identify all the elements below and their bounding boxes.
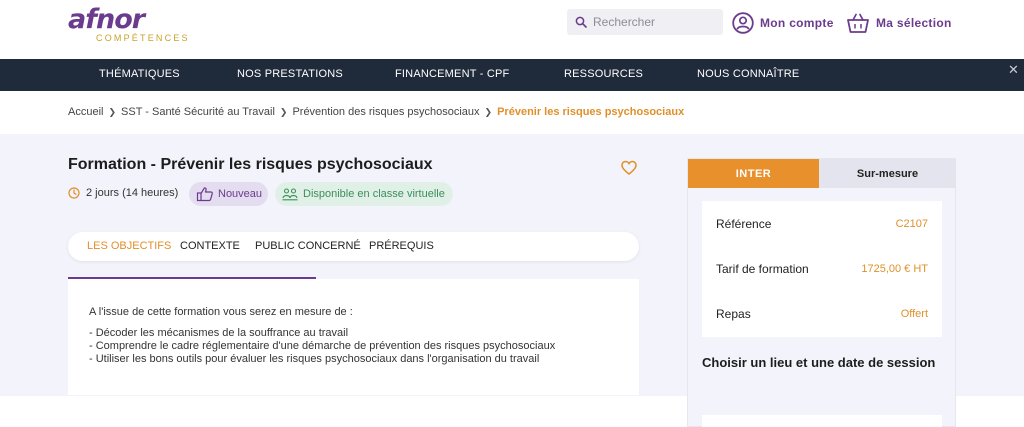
user-icon: [732, 12, 754, 34]
repas-row: Repas Offert: [716, 304, 928, 324]
tab-public[interactable]: PUBLIC CONCERNÉ: [255, 240, 361, 252]
new-badge-label: Nouveau: [218, 188, 263, 200]
account-label: Mon compte: [760, 16, 834, 30]
afnor-logo[interactable]: afnor COMPÉTENCES: [68, 6, 198, 46]
course-tabs: LES OBJECTIFS CONTEXTE PUBLIC CONCERNÉ P…: [68, 232, 639, 261]
clock-icon: [68, 187, 80, 199]
tab-objectifs[interactable]: LES OBJECTIFS: [87, 240, 171, 252]
selection-link[interactable]: Ma sélection: [846, 11, 952, 35]
tab-contexte[interactable]: CONTEXTE: [180, 240, 240, 252]
breadcrumb-home[interactable]: Accueil: [68, 106, 103, 118]
session-heading: Choisir un lieu et une date de session: [702, 355, 936, 370]
tarif-value: 1725,00 € HT: [861, 263, 928, 275]
breadcrumb-prevention[interactable]: Prévention des risques psychosociaux: [292, 106, 479, 118]
page-title: Formation - Prévenir les risques psychos…: [68, 156, 433, 173]
heart-icon[interactable]: [621, 160, 637, 176]
virtual-class-icon: [282, 188, 298, 201]
search-icon[interactable]: [575, 16, 587, 28]
new-badge: Nouveau: [189, 182, 268, 206]
nav-item-ressources[interactable]: RESSOURCES: [564, 68, 643, 80]
breadcrumb: Accueil ❯ SST - Santé Sécurité au Travai…: [68, 104, 684, 120]
repas-value: Offert: [900, 308, 928, 320]
virtual-class-label: Disponible en classe virtuelle: [303, 188, 445, 200]
chevron-right-icon: ❯: [108, 106, 117, 117]
objectives-intro: A l'issue de cette formation vous serez …: [89, 306, 353, 318]
chevron-right-icon: ❯: [279, 106, 288, 117]
objective-item: - Utiliser les bons outils pour évaluer …: [89, 353, 540, 365]
repas-label: Repas: [716, 307, 751, 321]
course-info-card: Référence C2107 Tarif de formation 1725,…: [702, 201, 942, 337]
account-link[interactable]: Mon compte: [732, 11, 834, 35]
thumbs-up-icon: [196, 187, 213, 202]
logo-subtitle: COMPÉTENCES: [96, 33, 190, 43]
selection-label: Ma sélection: [876, 16, 952, 30]
main-nav: THÉMATIQUES NOS PRESTATIONS FINANCEMENT …: [0, 59, 1024, 91]
nav-item-thematiques[interactable]: THÉMATIQUES: [99, 68, 180, 80]
tab-sur-mesure[interactable]: Sur-mesure: [819, 159, 956, 188]
tab-prerequis[interactable]: PRÉREQUIS: [369, 240, 434, 252]
search-input[interactable]: [593, 13, 718, 31]
nav-item-nous-connaitre[interactable]: NOUS CONNAÎTRE: [697, 68, 799, 80]
breadcrumb-sst[interactable]: SST - Santé Sécurité au Travail: [121, 106, 275, 118]
tarif-label: Tarif de formation: [716, 262, 809, 276]
reference-row: Référence C2107: [716, 214, 928, 234]
breadcrumb-current: Prévenir les risques psychosociaux: [497, 106, 685, 118]
course-duration: 2 jours (14 heures): [68, 185, 178, 201]
chevron-right-icon: ❯: [484, 106, 493, 117]
session-selector[interactable]: [702, 415, 942, 427]
search-box[interactable]: [567, 9, 723, 35]
tab-inter[interactable]: INTER: [688, 159, 819, 188]
reference-value: C2107: [895, 218, 928, 230]
basket-icon: [847, 13, 869, 33]
close-icon[interactable]: ✕: [1008, 62, 1019, 78]
virtual-class-badge: Disponible en classe virtuelle: [275, 182, 453, 206]
reference-label: Référence: [716, 217, 772, 231]
objectives-panel: A l'issue de cette formation vous serez …: [68, 279, 639, 395]
tarif-row: Tarif de formation 1725,00 € HT: [716, 259, 928, 279]
nav-item-prestations[interactable]: NOS PRESTATIONS: [237, 68, 343, 80]
logo-wordmark: afnor: [68, 4, 145, 35]
site-header: afnor COMPÉTENCES Mon compte Ma sélectio…: [0, 0, 1024, 59]
nav-item-financement[interactable]: FINANCEMENT - CPF: [395, 68, 509, 80]
objective-item: - Comprendre le cadre réglementaire d'un…: [89, 340, 556, 352]
objective-item: - Décoder les mécanismes de la souffranc…: [89, 327, 349, 339]
booking-panel: INTER Sur-mesure Référence C2107 Tarif d…: [687, 158, 956, 427]
duration-text: 2 jours (14 heures): [86, 187, 179, 199]
